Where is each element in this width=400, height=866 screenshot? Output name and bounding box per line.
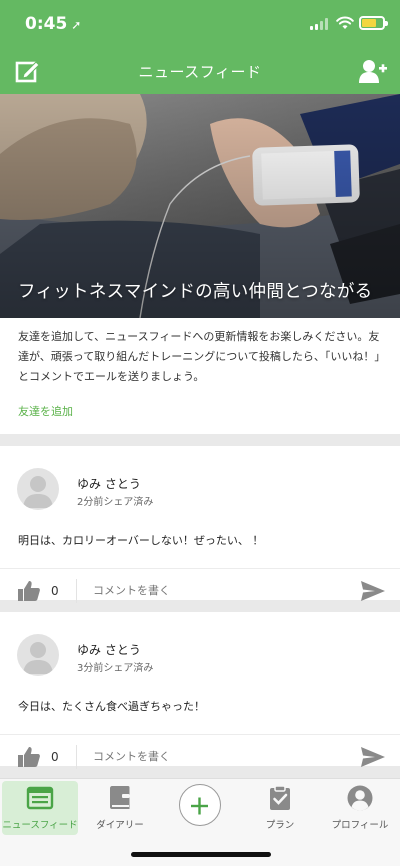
clipboard-icon [270,785,290,810]
post-text: 今日は、たくさん食べ過ぎちゃった！ [18,700,205,713]
comment-input[interactable] [93,584,333,597]
newsfeed-icon [26,786,54,810]
hero-title: フィットネスマインドの高い仲間とつながる [18,282,373,302]
tab-label: プロフィール [331,820,389,831]
add-entry-button[interactable] [179,784,221,826]
tab-diary[interactable]: ダイアリー [80,779,160,835]
tab-profile[interactable]: プロフィール [320,779,400,835]
tab-newsfeed[interactable]: ニュースフィード [2,781,78,835]
user-placeholder-icon [23,476,53,508]
avatar[interactable] [17,468,59,510]
add-user-icon[interactable] [358,58,388,84]
comment-input[interactable] [93,750,333,763]
post-actions: 0 [0,568,400,616]
tab-label: ダイアリー [96,820,144,831]
nav-bar: ニュースフィード [0,50,400,94]
plus-icon [191,797,208,815]
battery-icon [359,16,388,30]
status-bar: 0:45 ➚ [0,0,400,50]
tab-plan[interactable]: プラン [240,779,320,835]
post-author[interactable]: ゆみ さとう [77,641,141,658]
wifi-icon [336,16,354,29]
tab-label: ニュースフィード [2,820,78,831]
like-count: 0 [51,584,59,598]
diary-icon [110,786,130,809]
signal-icon [310,18,328,30]
divider [76,745,77,769]
thumbs-up-icon[interactable] [17,745,41,769]
intro-description: 友達を追加して、ニュースフィードへの更新情報をお楽しみください。友達が、頑張って… [18,330,386,383]
divider [76,579,77,603]
post-text: 明日は、カロリーオーバーしない！ぜったい、 ！ [18,534,264,547]
location-arrow-icon: ➚ [71,18,82,32]
like-count: 0 [51,750,59,764]
post-time: 3分前シェア済み [77,663,154,674]
page-title: ニュースフィード [138,63,262,81]
add-friend-link[interactable]: 友達を追加 [18,403,73,419]
post-card: ゆみ さとう 3分前シェア済み 今日は、たくさん食べ過ぎちゃった！ 0 [0,612,400,769]
post-card: ゆみ さとう 2分前シェア済み 明日は、カロリーオーバーしない！ぜったい、 ！ … [0,446,400,603]
status-time: 0:45 ➚ [25,14,82,34]
profile-icon [347,785,373,811]
intro-card: 友達を追加して、ニュースフィードへの更新情報をお楽しみください。友達が、頑張って… [0,318,400,434]
post-author[interactable]: ゆみ さとう [77,475,141,492]
avatar[interactable] [17,634,59,676]
hero-banner: フィットネスマインドの高い仲間とつながる [0,94,400,318]
thumbs-up-icon[interactable] [17,579,41,603]
send-icon[interactable] [360,745,386,769]
send-icon[interactable] [360,579,386,603]
user-placeholder-icon [23,642,53,674]
post-time: 2分前シェア済み [77,497,154,508]
screen: 0:45 ➚ ニュースフィード フィットネスマインドの高い仲間とつながる 友達を… [0,0,400,866]
app-header: 0:45 ➚ ニュースフィード [0,0,400,94]
home-indicator [131,852,271,857]
post-actions: 0 [0,734,400,782]
tab-label: プラン [265,820,295,831]
